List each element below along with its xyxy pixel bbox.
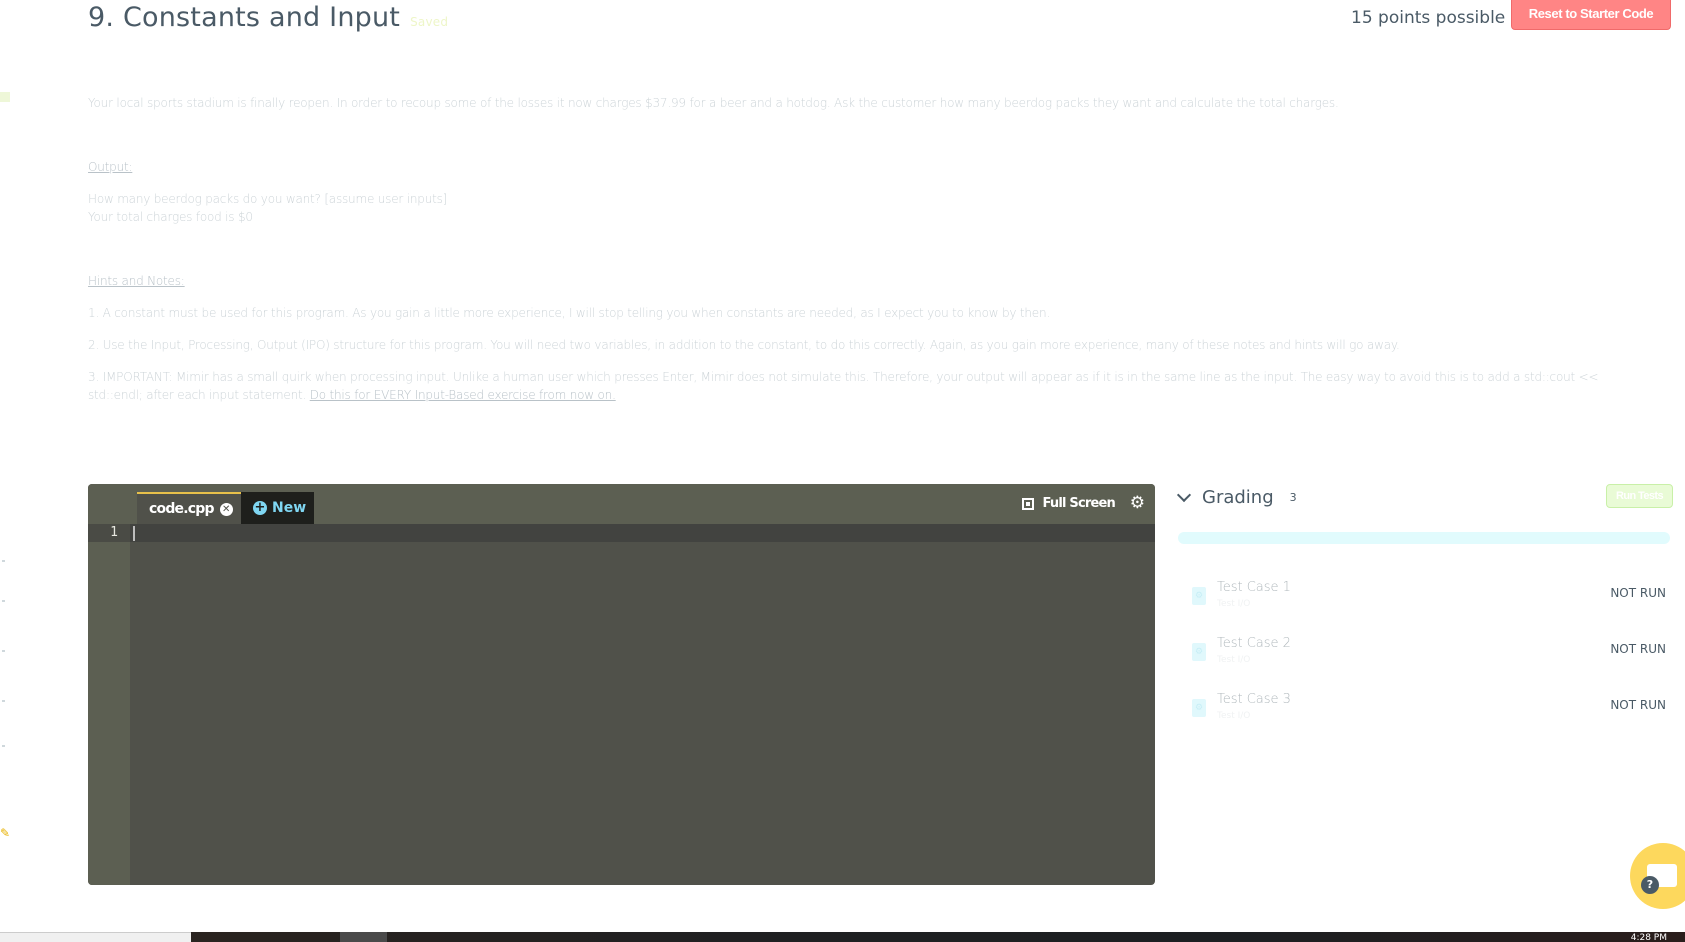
code-editor: code.cpp ✕ + New Full Screen ⚙ 1 <box>88 484 1155 885</box>
test-case-name: Test Case 3 <box>1217 692 1291 707</box>
test-case-name: Test Case 2 <box>1217 636 1291 651</box>
hint-item-continued: std::endl; after each input statement. D… <box>88 388 616 402</box>
editor-tab-bar: code.cpp ✕ + New Full Screen ⚙ <box>88 484 1155 524</box>
windows-taskbar <box>191 932 1685 942</box>
taskbar-search-area[interactable] <box>0 932 191 942</box>
left-edge-marker <box>0 92 10 102</box>
test-case-name: Test Case 1 <box>1217 580 1291 595</box>
hints-heading: Hints and Notes: <box>88 274 185 288</box>
left-edge-dot <box>2 560 5 562</box>
test-count: 3 <box>1289 490 1297 504</box>
taskbar-active-app[interactable] <box>340 932 387 942</box>
test-case-status: NOT RUN <box>1610 698 1666 712</box>
full-screen-button[interactable]: Full Screen <box>1021 496 1116 511</box>
tab-file-label: code.cpp <box>149 501 214 517</box>
test-case-row[interactable]: ⚙ Test Case 3 Test I/O NOT RUN <box>1192 692 1672 732</box>
problem-description: Your local sports stadium is finally reo… <box>88 96 1339 110</box>
test-io-icon: ⚙ <box>1192 699 1206 717</box>
test-io-icon: ⚙ <box>1192 643 1206 661</box>
hint-item: 3. IMPORTANT: Mimir has a small quirk wh… <box>88 370 1599 384</box>
help-chat-button[interactable]: ? <box>1630 843 1685 909</box>
pencil-icon[interactable]: ✎ <box>0 826 14 840</box>
test-case-row[interactable]: ⚙ Test Case 2 Test I/O NOT RUN <box>1192 636 1672 676</box>
test-case-row[interactable]: ⚙ Test Case 1 Test I/O NOT RUN <box>1192 580 1672 620</box>
reset-to-starter-code-button[interactable]: Reset to Starter Code <box>1511 0 1671 30</box>
left-edge-dot <box>2 745 5 747</box>
output-heading: Output: <box>88 160 133 174</box>
taskbar-clock[interactable]: 4:28 PM <box>1631 933 1667 942</box>
test-case-status: NOT RUN <box>1610 586 1666 600</box>
chevron-down-icon <box>1178 491 1190 503</box>
left-edge-dot <box>2 650 5 652</box>
line-number-gutter <box>88 524 130 885</box>
question-icon: ? <box>1641 876 1659 894</box>
hint-link[interactable]: Do this for EVERY Input-Based exercise f… <box>310 388 616 402</box>
test-case-type: Test I/O <box>1217 599 1251 609</box>
saved-status: Saved <box>410 15 449 29</box>
code-input-area[interactable] <box>130 524 1155 885</box>
test-case-type: Test I/O <box>1217 655 1251 665</box>
test-io-icon: ⚙ <box>1192 587 1206 605</box>
plus-circle-icon: + <box>253 500 267 515</box>
hint-item: 2. Use the Input, Processing, Output (IP… <box>88 338 1400 352</box>
points-possible: 15 points possible <box>1351 8 1506 28</box>
tab-code-cpp[interactable]: code.cpp ✕ <box>137 492 241 524</box>
page-title: 9. Constants and Input Saved <box>88 2 448 33</box>
test-case-status: NOT RUN <box>1610 642 1666 656</box>
output-line: How many beerdog packs do you want? [ass… <box>88 192 448 206</box>
left-edge-dot <box>2 700 5 702</box>
gear-icon[interactable]: ⚙ <box>1130 493 1145 513</box>
full-screen-label: Full Screen <box>1042 496 1116 511</box>
grading-title: Grading <box>1202 486 1274 508</box>
left-edge-strip: ✎ <box>0 0 14 932</box>
hint-item-text: std::endl; after each input statement. <box>88 388 310 402</box>
line-number: 1 <box>110 525 118 540</box>
fullscreen-icon <box>1021 497 1034 510</box>
grading-toggle[interactable]: Grading 3 <box>1178 484 1297 510</box>
hint-item: 1. A constant must be used for this prog… <box>88 306 1050 320</box>
grading-progress-bar <box>1178 532 1670 544</box>
text-cursor <box>133 526 135 541</box>
output-line: Your total charges food is $0 <box>88 210 253 224</box>
left-edge-dot <box>2 600 5 602</box>
close-icon[interactable]: ✕ <box>219 502 233 516</box>
new-file-label: New <box>272 500 307 516</box>
run-tests-button[interactable]: Run Tests <box>1606 484 1673 508</box>
page-title-text: 9. Constants and Input <box>88 2 401 33</box>
test-case-type: Test I/O <box>1217 711 1251 721</box>
new-file-tab[interactable]: + New <box>241 492 314 524</box>
